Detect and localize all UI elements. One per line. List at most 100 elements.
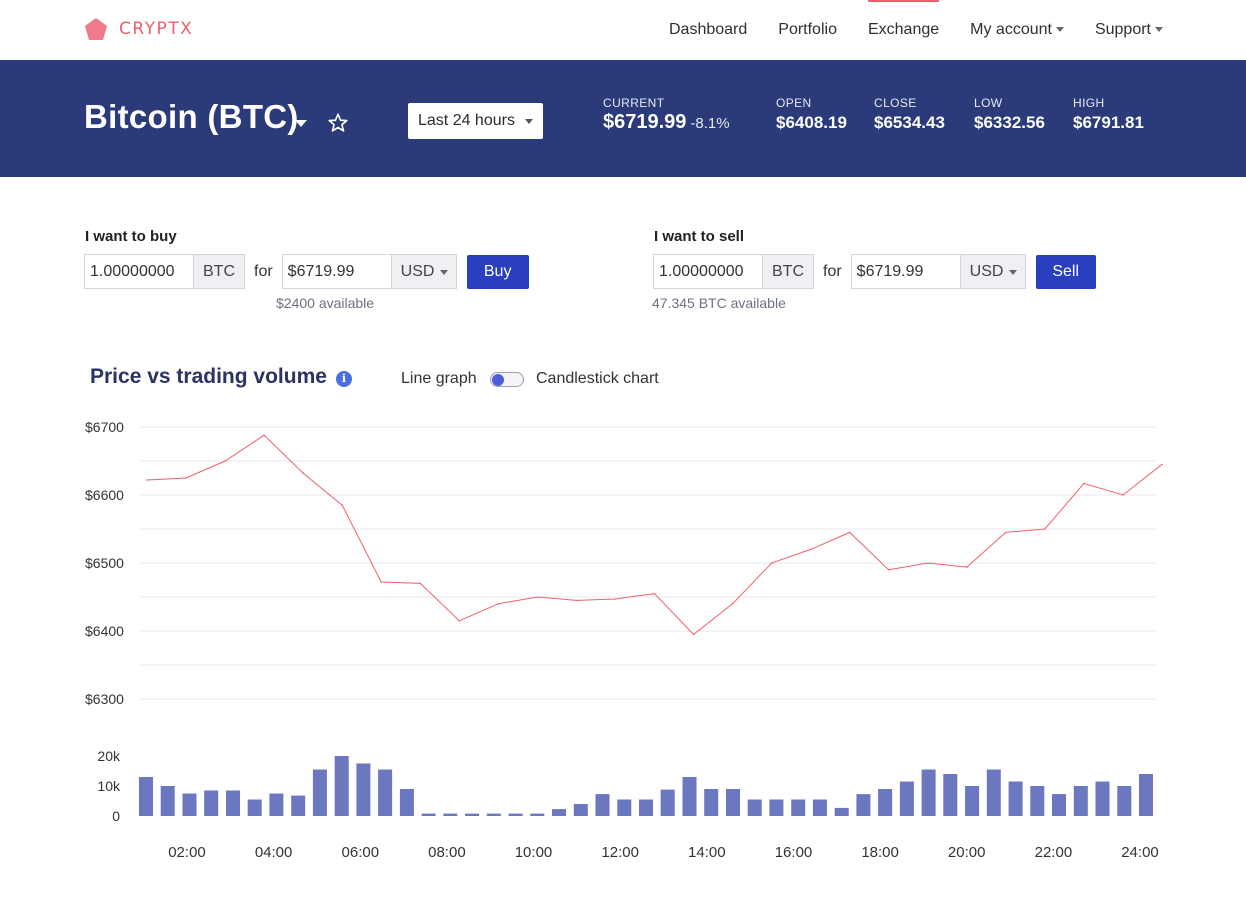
chevron-down-icon	[1155, 27, 1163, 33]
coin-title[interactable]: Bitcoin (BTC)	[84, 98, 299, 136]
price-point	[341, 504, 344, 507]
time-range-value: Last 24 hours	[418, 112, 515, 129]
price-y-tick-label: $6500	[85, 555, 124, 571]
x-tick-label: 04:00	[255, 844, 293, 861]
volume-bar	[312, 769, 327, 816]
price-y-tick-label: $6700	[85, 419, 124, 435]
price-point	[263, 434, 265, 437]
stat-close-value: $6534.43	[874, 113, 945, 132]
volume-bar	[660, 789, 675, 816]
x-tick-label: 24:00	[1121, 844, 1159, 861]
volume-bar	[139, 777, 153, 816]
sell-available: 47.345 BTC available	[652, 295, 786, 311]
price-point	[458, 620, 461, 622]
volume-bar	[1073, 786, 1088, 816]
buy-amount-input[interactable]	[84, 254, 194, 289]
chevron-down-icon	[525, 119, 533, 124]
price-point	[809, 548, 812, 551]
star-outline-icon[interactable]	[327, 112, 349, 134]
stat-high-label: HIGH	[1073, 96, 1105, 110]
stat-low-value: $6332.56	[974, 113, 1045, 132]
brand-logo[interactable]: CRYPTX	[84, 17, 193, 41]
stat-current: CURRENT $6719.99 -8.1%	[603, 96, 730, 134]
price-point	[692, 633, 695, 636]
volume-bar	[378, 769, 393, 816]
x-tick-label: 06:00	[342, 844, 380, 861]
x-tick-label: 14:00	[688, 844, 726, 861]
x-tick-label: 10:00	[515, 844, 553, 861]
stat-high-value: $6791.81	[1073, 113, 1144, 132]
volume-bar	[986, 769, 1001, 816]
toggle-label-candlestick[interactable]: Candlestick chart	[536, 370, 659, 388]
buy-available: $2400 available	[276, 295, 375, 311]
nav-my-account[interactable]: My account	[970, 0, 1064, 60]
nav-exchange[interactable]: Exchange	[867, 0, 940, 60]
nav-portfolio[interactable]: Portfolio	[778, 0, 837, 60]
buy-currency-select[interactable]: USD	[391, 254, 457, 289]
price-point	[614, 598, 617, 600]
volume-bar	[399, 789, 414, 816]
price-point	[966, 566, 968, 568]
coin-dropdown-caret-icon[interactable]	[295, 120, 307, 127]
coin-header: Bitcoin (BTC) Last 24 hours CURRENT $671…	[0, 60, 1246, 177]
price-point	[185, 477, 187, 479]
price-point	[497, 603, 500, 605]
volume-bar	[530, 813, 545, 816]
chart-type-toggle[interactable]	[490, 372, 524, 387]
sell-for-label: for	[823, 262, 842, 280]
volume-bar	[791, 799, 806, 816]
price-y-tick-label: $6600	[85, 487, 124, 503]
volume-bar	[204, 790, 219, 816]
volume-bar	[747, 799, 762, 816]
x-tick-label: 02:00	[168, 844, 206, 861]
toggle-label-line-graph[interactable]: Line graph	[401, 370, 477, 388]
price-point	[848, 531, 851, 534]
nav-dashboard[interactable]: Dashboard	[669, 0, 747, 60]
buy-button[interactable]: Buy	[466, 254, 529, 289]
price-point	[731, 603, 734, 605]
pentagon-logo-icon	[85, 18, 107, 40]
stat-close-label: CLOSE	[874, 96, 917, 110]
price-volume-chart: $6700 $6600 $6500 $6400 $6300 20k 10k 0 02:00 04:…	[85, 419, 1163, 861]
volume-bar	[226, 790, 240, 816]
info-icon[interactable]: i	[336, 371, 352, 387]
volume-bar	[812, 799, 827, 816]
x-tick-label: 20:00	[948, 844, 986, 861]
sell-price-input[interactable]	[850, 254, 961, 289]
volume-bar	[639, 799, 653, 816]
volume-bar	[1117, 786, 1132, 816]
volume-bar	[421, 813, 436, 816]
volume-bar	[1139, 774, 1153, 816]
volume-bar	[965, 786, 980, 816]
price-point	[1044, 528, 1046, 530]
sell-amount-input[interactable]	[653, 254, 763, 289]
volume-bar	[856, 794, 871, 816]
volume-bar	[356, 763, 371, 816]
volume-bar	[834, 807, 849, 816]
price-point	[536, 596, 539, 598]
brand-name: CRYPTX	[119, 19, 194, 39]
sell-currency-value: USD	[969, 263, 1004, 280]
stat-open-label: OPEN	[776, 96, 812, 110]
price-y-tick-label: $6300	[85, 691, 124, 707]
price-point	[653, 592, 656, 595]
price-point	[1122, 494, 1124, 496]
x-tick-label: 16:00	[775, 844, 813, 861]
volume-bar	[899, 781, 914, 816]
time-range-select[interactable]: Last 24 hours	[408, 103, 543, 139]
nav-support[interactable]: Support	[1095, 0, 1163, 60]
price-point	[1005, 531, 1007, 534]
sell-currency-select[interactable]: USD	[960, 254, 1026, 289]
volume-bar	[291, 795, 306, 816]
stat-close: CLOSE $6534.43	[874, 96, 945, 133]
price-point	[770, 562, 773, 564]
volume-bar	[465, 813, 480, 816]
volume-bar	[1052, 794, 1066, 816]
x-tick-label: 08:00	[428, 844, 466, 861]
stat-current-value: $6719.99	[603, 111, 687, 133]
price-y-tick-label: $6400	[85, 623, 124, 639]
buy-currency-value: USD	[400, 263, 435, 280]
buy-price-input[interactable]	[281, 254, 392, 289]
sell-button[interactable]: Sell	[1035, 254, 1096, 289]
sell-form-row: BTC for USD Sell	[653, 254, 1096, 289]
